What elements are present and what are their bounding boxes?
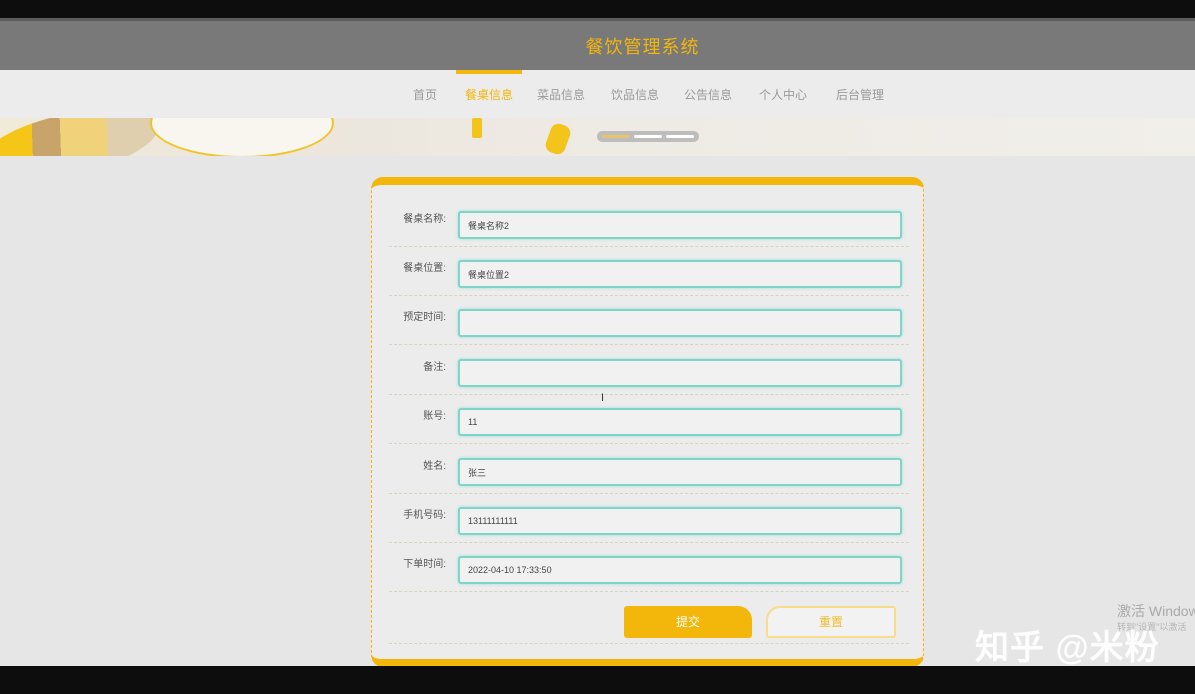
form-row-phone: 手机号码:: [389, 493, 909, 543]
form-row-order-time: 下单时间:: [389, 542, 909, 592]
carousel-indicators: [597, 131, 699, 142]
phone-input[interactable]: [458, 507, 902, 535]
nav-admin[interactable]: 后台管理: [834, 70, 886, 118]
reset-button[interactable]: 重置: [766, 606, 896, 638]
carousel-dot-2[interactable]: [634, 135, 662, 138]
top-black-bar: [0, 0, 1195, 18]
bottom-black-bar: [0, 666, 1195, 694]
banner-plate: [150, 118, 334, 156]
table-info-form: 餐桌名称: 餐桌位置: 预定时间: 备注: 账号: 姓名: 手机号码: 下单时间…: [371, 177, 924, 667]
banner-decoration: [543, 121, 573, 156]
table-location-input[interactable]: [458, 260, 902, 288]
zhihu-watermark: 知乎 @米粉: [975, 629, 1160, 667]
nav-drinks[interactable]: 饮品信息: [610, 70, 660, 118]
activate-windows-text: 激活 Windows: [1117, 603, 1195, 619]
form-row-remark: 备注:: [389, 345, 909, 395]
main-nav: 首页 餐桌信息 菜品信息 饮品信息 公告信息 个人中心 后台管理: [0, 70, 1195, 118]
site-header: 餐饮管理系统: [0, 18, 1195, 70]
reserve-time-label: 预定时间:: [403, 312, 446, 323]
order-time-input[interactable]: [458, 556, 902, 584]
phone-label: 手机号码:: [403, 510, 446, 521]
nav-notices[interactable]: 公告信息: [683, 70, 733, 118]
form-row-reserve-time: 预定时间:: [389, 295, 909, 345]
form-row-account: 账号:: [389, 394, 909, 444]
order-time-label: 下单时间:: [403, 559, 446, 570]
table-name-label: 餐桌名称:: [403, 214, 446, 225]
form-row-table-name: 餐桌名称:: [389, 197, 909, 247]
nav-profile[interactable]: 个人中心: [758, 70, 808, 118]
divider: [389, 643, 909, 644]
table-location-label: 餐桌位置:: [403, 263, 446, 274]
carousel-dot-3[interactable]: [666, 135, 694, 138]
table-name-input[interactable]: [458, 211, 902, 239]
nav-dishes[interactable]: 菜品信息: [536, 70, 586, 118]
banner-decoration: [0, 118, 165, 156]
account-label: 账号:: [423, 411, 446, 422]
reserve-time-input[interactable]: [458, 309, 902, 337]
carousel-dot-1[interactable]: [602, 135, 630, 138]
account-input[interactable]: [458, 408, 902, 436]
nav-tables[interactable]: 餐桌信息: [456, 70, 522, 118]
form-row-name: 姓名:: [389, 444, 909, 494]
banner-decoration: [472, 118, 482, 138]
name-input[interactable]: [458, 458, 902, 486]
remark-input[interactable]: [458, 359, 902, 387]
site-title: 餐饮管理系统: [585, 36, 700, 57]
text-cursor-icon: I: [601, 392, 605, 404]
nav-home[interactable]: 首页: [410, 70, 440, 118]
name-label: 姓名:: [423, 461, 446, 472]
remark-label: 备注:: [423, 362, 446, 373]
submit-button[interactable]: 提交: [624, 606, 752, 638]
form-row-table-location: 餐桌位置:: [389, 246, 909, 296]
